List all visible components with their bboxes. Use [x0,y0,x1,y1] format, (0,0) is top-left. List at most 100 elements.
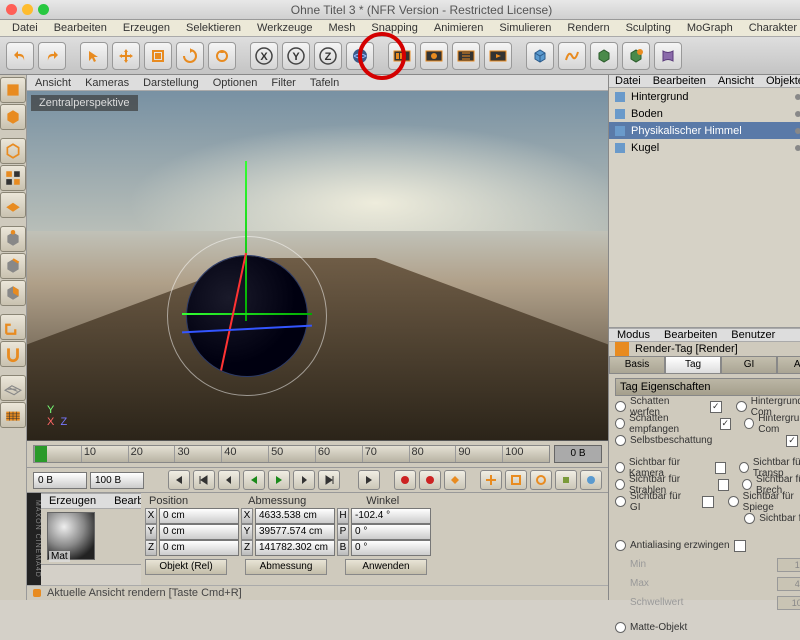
spline-button[interactable] [558,42,586,70]
property-radio[interactable] [615,479,625,490]
last-tool[interactable] [208,42,236,70]
property-radio[interactable] [744,513,755,524]
render-settings-button[interactable] [452,42,480,70]
property-checkbox[interactable]: ✓ [786,435,798,447]
edge-mode-button[interactable] [0,253,26,279]
menu-erzeugen[interactable]: Erzeugen [115,21,178,35]
property-radio[interactable] [739,462,749,473]
property-radio[interactable] [742,479,752,490]
point-mode-button[interactable] [0,226,26,252]
object-manager[interactable]: HintergrundBodenPhysikalischer HimmelKug… [609,88,800,328]
move-tool[interactable] [112,42,140,70]
play-backward-button[interactable] [243,470,265,490]
rotation-field[interactable]: 0 ° [351,540,431,556]
y-axis-lock[interactable]: Y [282,42,310,70]
keyframe-selection-button[interactable] [444,470,466,490]
tab-basis[interactable]: Basis [609,356,665,374]
property-radio[interactable] [615,401,626,412]
menu-mesh[interactable]: Mesh [320,21,363,35]
minimize-window-button[interactable] [22,4,33,15]
aa-max-field[interactable]: 4x4 [777,577,800,591]
generator-button[interactable] [622,42,650,70]
timeline-ruler[interactable]: 0102030405060708090100 [33,445,550,463]
play-forward-button[interactable] [268,470,290,490]
property-radio[interactable] [744,418,754,429]
goto-end-button[interactable] [358,470,380,490]
objmgr-menu-bearbeiten[interactable]: Bearbeiten [653,75,706,87]
tab-tag[interactable]: Tag [665,356,721,374]
apply-button[interactable]: Anwenden [345,559,427,575]
size-field[interactable]: 4633.538 cm [255,508,335,524]
property-radio[interactable] [615,435,626,446]
render-view-button[interactable] [388,42,416,70]
aa-min-field[interactable]: 1x1 [777,558,800,572]
property-checkbox[interactable] [718,479,729,491]
playhead[interactable] [35,446,47,462]
size-field[interactable]: 141782.302 cm [255,540,335,556]
size-mode-dropdown[interactable]: Abmessung [245,559,327,575]
render-pv-button[interactable] [420,42,448,70]
axis-mode-button[interactable] [0,314,26,340]
next-frame-button[interactable] [293,470,315,490]
x-axis-lock[interactable]: X [250,42,278,70]
viewmenu-tafeln[interactable]: Tafeln [310,77,339,89]
workplane-button[interactable] [0,375,26,401]
autokey-button[interactable] [419,470,441,490]
material-manager[interactable]: Mat [41,509,141,565]
rotation-key-button[interactable] [530,470,552,490]
coord-system-button[interactable] [346,42,374,70]
texture-mode-button[interactable] [0,165,26,191]
aa-threshold-field[interactable]: 10 % [777,596,800,610]
menu-bearbeiten[interactable]: Bearbeiten [46,21,115,35]
viewmenu-optionen[interactable]: Optionen [213,77,258,89]
matmenu-erzeugen[interactable]: Erzeugen [49,495,96,507]
zoom-window-button[interactable] [38,4,49,15]
position-field[interactable]: 0 cm [159,524,239,540]
start-frame-field[interactable]: 0 B [33,472,87,489]
property-checkbox[interactable]: ✓ [720,418,731,430]
menu-sculpting[interactable]: Sculpting [618,21,679,35]
tab-gi[interactable]: GI [721,356,777,374]
property-radio[interactable] [615,462,625,473]
size-field[interactable]: 39577.574 cm [255,524,335,540]
menu-charakter[interactable]: Charakter [741,21,800,35]
property-checkbox[interactable]: ✓ [710,401,722,413]
attrmenu-benutzer[interactable]: Benutzer [731,329,775,341]
prev-frame-button[interactable] [218,470,240,490]
select-tool[interactable] [80,42,108,70]
property-checkbox[interactable] [702,496,714,508]
menu-mograph[interactable]: MoGraph [679,21,741,35]
position-field[interactable]: 0 cm [159,508,239,524]
rotate-tool[interactable] [176,42,204,70]
antialias-radio[interactable] [615,540,626,551]
x-axis-handle[interactable] [182,313,312,315]
object-mode-button[interactable] [0,138,26,164]
nurbs-button[interactable] [590,42,618,70]
primitive-cube-button[interactable] [526,42,554,70]
snap-button[interactable] [0,341,26,367]
scale-tool[interactable] [144,42,172,70]
polygon-mode-button[interactable] [0,280,26,306]
sphere-object[interactable] [187,256,307,376]
close-window-button[interactable] [6,4,17,15]
perspective-viewport[interactable]: Zentralperspektive Y X Z [27,91,608,441]
viewmenu-filter[interactable]: Filter [271,77,295,89]
attrmenu-bearbeiten[interactable]: Bearbeiten [664,329,717,341]
menu-simulieren[interactable]: Simulieren [491,21,559,35]
objmgr-menu-datei[interactable]: Datei [615,75,641,87]
menu-datei[interactable]: Datei [4,21,46,35]
make-editable-button[interactable] [0,77,26,103]
rotation-field[interactable]: 0 ° [351,524,431,540]
y-axis-handle[interactable] [245,161,247,321]
object-row[interactable]: Kugel [609,139,800,156]
z-axis-lock[interactable]: Z [314,42,342,70]
position-key-button[interactable] [480,470,502,490]
property-checkbox[interactable] [715,462,726,474]
viewmenu-kameras[interactable]: Kameras [85,77,129,89]
antialias-checkbox[interactable] [734,540,746,552]
menu-rendern[interactable]: Rendern [559,21,617,35]
property-radio[interactable] [736,401,747,412]
render-region-button[interactable] [484,42,512,70]
goto-next-key-button[interactable] [318,470,340,490]
position-field[interactable]: 0 cm [159,540,239,556]
